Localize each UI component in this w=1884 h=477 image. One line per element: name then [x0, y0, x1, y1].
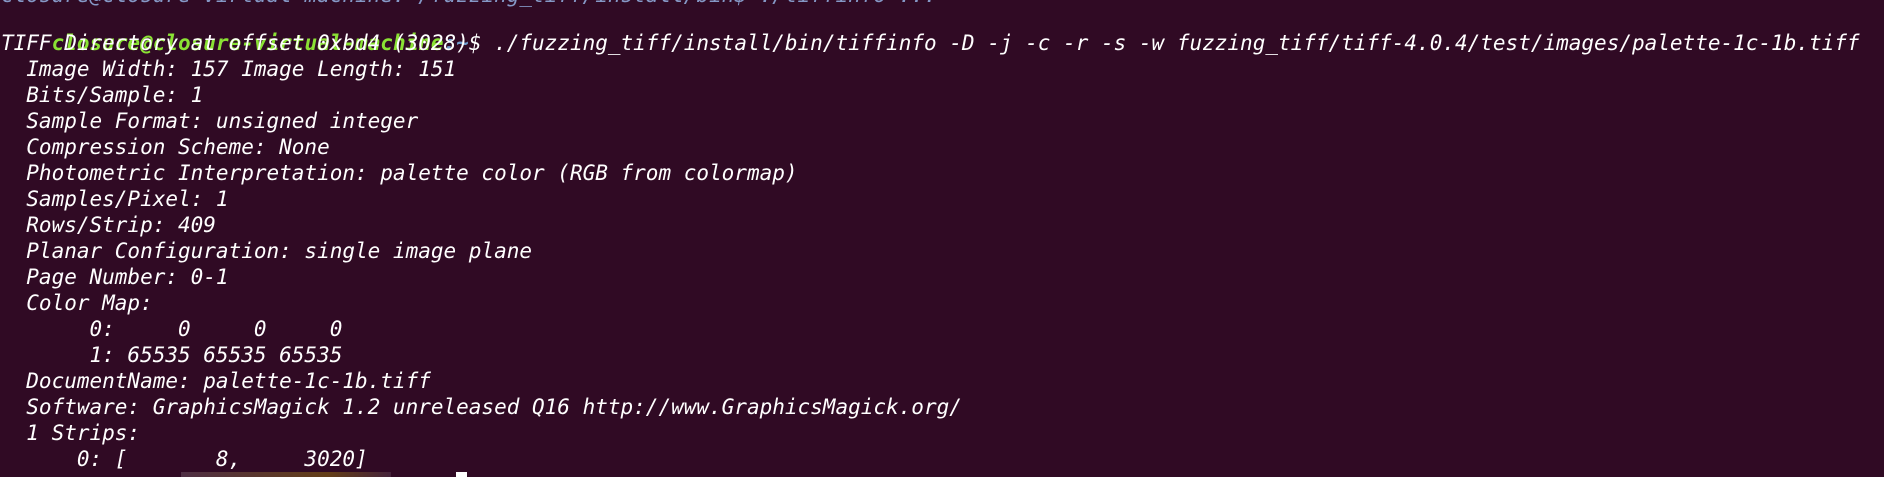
output-line: DocumentName: palette-1c-1b.tiff	[1, 369, 431, 393]
output-line: Bits/Sample: 1	[1, 83, 204, 107]
command-line: closure@closure-virtual-machine:~$ ./fuz…	[1, 4, 1860, 55]
next-prompt-fragment	[181, 472, 391, 477]
output-line: Image Width: 157 Image Length: 151	[1, 57, 457, 81]
prompt-symbol: $	[468, 31, 495, 55]
output-line: Planar Configuration: single image plane	[1, 239, 533, 263]
output-line: Software: GraphicsMagick 1.2 unreleased …	[1, 395, 962, 419]
output-line: 0: 0 0 0	[1, 317, 343, 341]
output-line: Color Map:	[1, 291, 153, 315]
output-line: 1 Strips:	[1, 421, 141, 445]
output-line: TIFF Directory at offset 0xbd4 (3028)	[1, 31, 469, 55]
output-line: Compression Scheme: None	[1, 135, 330, 159]
command-text: ./fuzzing_tiff/install/bin/tiffinfo -D -…	[494, 31, 1860, 55]
output-line: 0: [ 8, 3020]	[1, 447, 368, 471]
text-cursor	[456, 472, 467, 477]
output-line: Photometric Interpretation: palette colo…	[1, 161, 798, 185]
terminal-window[interactable]: closure@closure-virtual-machine:~/fuzzin…	[0, 0, 1884, 477]
output-line: Rows/Strip: 409	[1, 213, 216, 237]
output-line: 1: 65535 65535 65535	[1, 343, 343, 367]
output-line: Sample Format: unsigned integer	[1, 109, 419, 133]
output-line: Page Number: 0-1	[1, 265, 229, 289]
output-line: Samples/Pixel: 1	[1, 187, 229, 211]
